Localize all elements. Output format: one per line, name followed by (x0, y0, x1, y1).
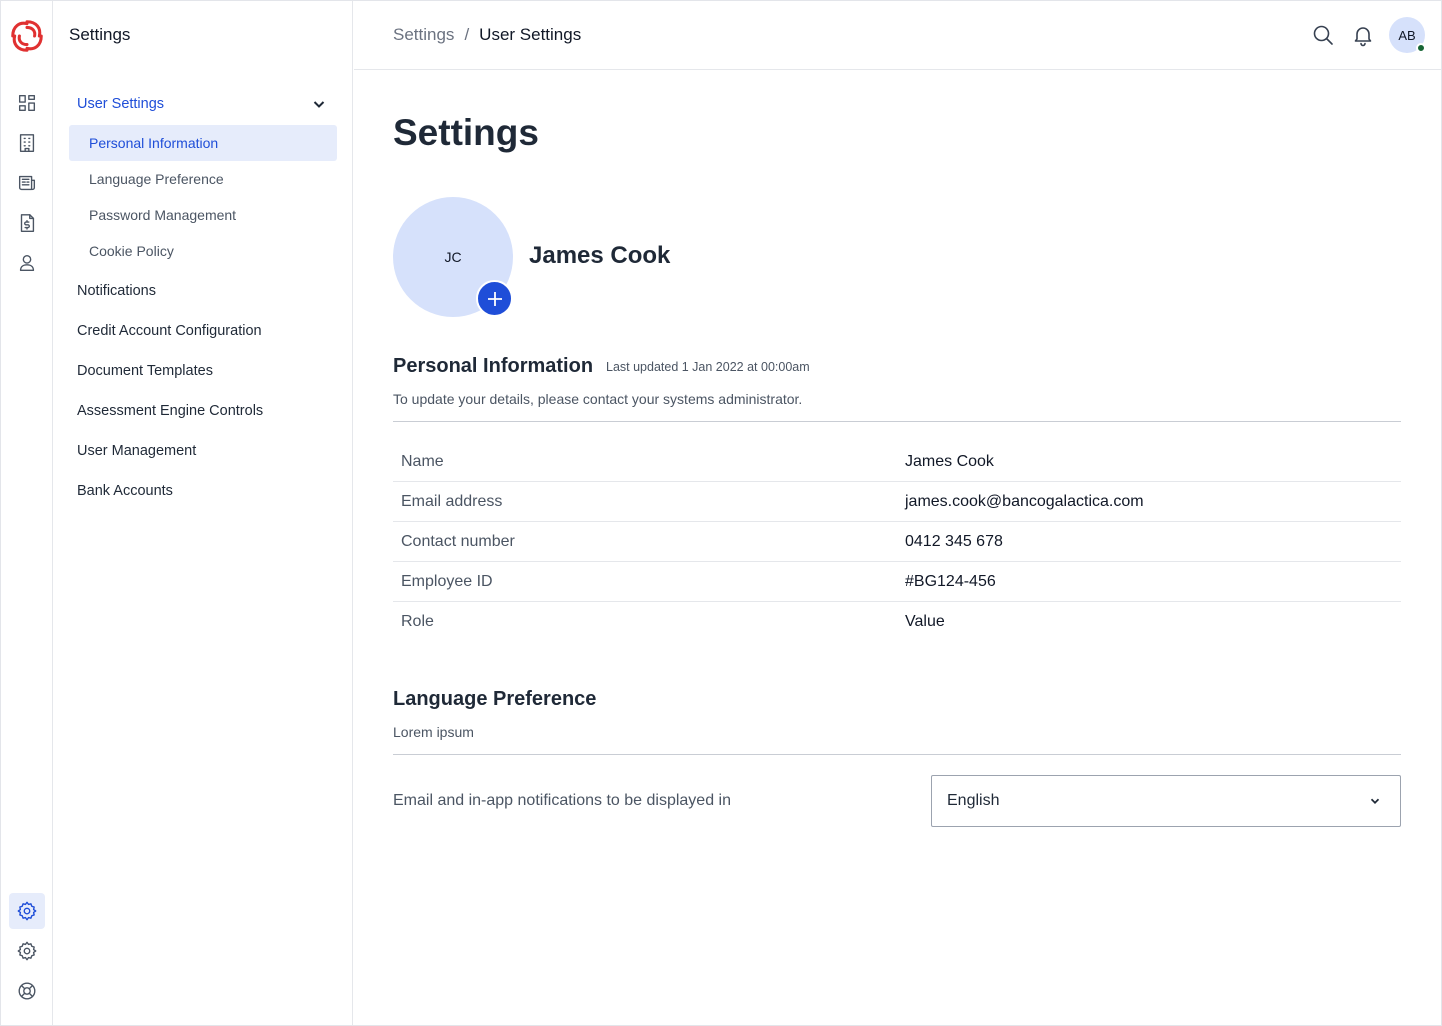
online-status-dot (1416, 43, 1426, 53)
row-value: #BG124-456 (905, 573, 996, 590)
sidebar-item-document-templates[interactable]: Document Templates (77, 363, 213, 379)
bell-icon[interactable] (1351, 23, 1375, 47)
page-title: Settings (393, 112, 539, 153)
avatar[interactable]: AB (1389, 17, 1426, 53)
search-icon[interactable] (1311, 23, 1335, 47)
sidebar-item-cookie-policy[interactable]: Cookie Policy (69, 233, 337, 269)
row-label: Contact number (401, 533, 515, 550)
language-preference-description: Lorem ipsum (393, 724, 474, 740)
dashboard-icon[interactable] (9, 85, 45, 121)
personal-info-table: Name James Cook Email address james.cook… (393, 442, 1401, 642)
sidebar-item-notifications[interactable]: Notifications (77, 283, 156, 299)
settings-sidebar: Settings User Settings Personal Informat… (54, 1, 353, 1025)
sidebar-item-password-management[interactable]: Password Management (69, 197, 337, 233)
section-divider (393, 754, 1401, 755)
table-row: Employee ID #BG124-456 (393, 562, 1401, 602)
personal-info-description: To update your details, please contact y… (393, 391, 803, 407)
row-value: 0412 345 678 (905, 533, 1003, 550)
last-updated-text: Last updated 1 Jan 2022 at 00:00am (606, 360, 810, 374)
row-label: Employee ID (401, 573, 493, 590)
breadcrumb: Settings / User Settings (393, 25, 581, 45)
language-select[interactable]: English (931, 775, 1401, 827)
sidebar-item-assessment-engine-controls[interactable]: Assessment Engine Controls (77, 403, 263, 419)
sidebar-item-personal-information[interactable]: Personal Information (69, 125, 337, 161)
avatar-initials: AB (1398, 27, 1416, 43)
sidebar-group-user-settings[interactable]: User Settings (77, 93, 327, 115)
row-value: Value (905, 613, 945, 630)
row-value: James Cook (905, 453, 994, 470)
profile-initials: JC (444, 249, 462, 265)
language-field-label: Email and in-app notifications to be dis… (393, 792, 731, 809)
sidebar-item-language-preference[interactable]: Language Preference (69, 161, 337, 197)
sidebar-item-bank-accounts[interactable]: Bank Accounts (77, 483, 173, 499)
row-label: Name (401, 453, 444, 470)
language-select-value: English (947, 792, 1000, 809)
brand-logo[interactable] (8, 17, 46, 55)
table-row: Contact number 0412 345 678 (393, 522, 1401, 562)
row-value: james.cook@bancogalactica.com (905, 493, 1144, 510)
building-icon[interactable] (9, 125, 45, 161)
sidebar-item-user-management[interactable]: User Management (77, 443, 196, 459)
table-row: Name James Cook (393, 442, 1401, 482)
table-row: Role Value (393, 602, 1401, 642)
gear-icon[interactable] (9, 933, 45, 969)
add-photo-button[interactable] (476, 280, 513, 317)
section-divider (393, 421, 1401, 422)
sidebar-group-label: User Settings (77, 96, 165, 112)
newspaper-icon[interactable] (9, 165, 45, 201)
invoice-dollar-icon[interactable] (9, 205, 45, 241)
row-label: Email address (401, 493, 503, 510)
row-label: Role (401, 613, 434, 630)
plus-icon (487, 291, 502, 306)
breadcrumb-parent[interactable]: Settings (393, 25, 454, 45)
chevron-down-icon (1370, 798, 1380, 804)
sidebar-title: Settings (69, 25, 131, 44)
gear-icon[interactable] (9, 893, 45, 929)
chevron-down-icon (313, 101, 325, 108)
table-row: Email address james.cook@bancogalactica.… (393, 482, 1401, 522)
personal-info-title: Personal Information (393, 355, 594, 377)
user-icon[interactable] (9, 245, 45, 281)
icon-rail (1, 1, 53, 1025)
lifebuoy-icon[interactable] (9, 973, 45, 1009)
breadcrumb-current: User Settings (479, 25, 582, 44)
top-bar: Settings / User Settings AB (354, 1, 1441, 70)
sidebar-item-credit-account-configuration[interactable]: Credit Account Configuration (77, 323, 262, 339)
breadcrumb-separator: / (464, 25, 470, 44)
language-preference-title: Language Preference (393, 688, 597, 710)
profile-name: James Cook (529, 242, 671, 269)
